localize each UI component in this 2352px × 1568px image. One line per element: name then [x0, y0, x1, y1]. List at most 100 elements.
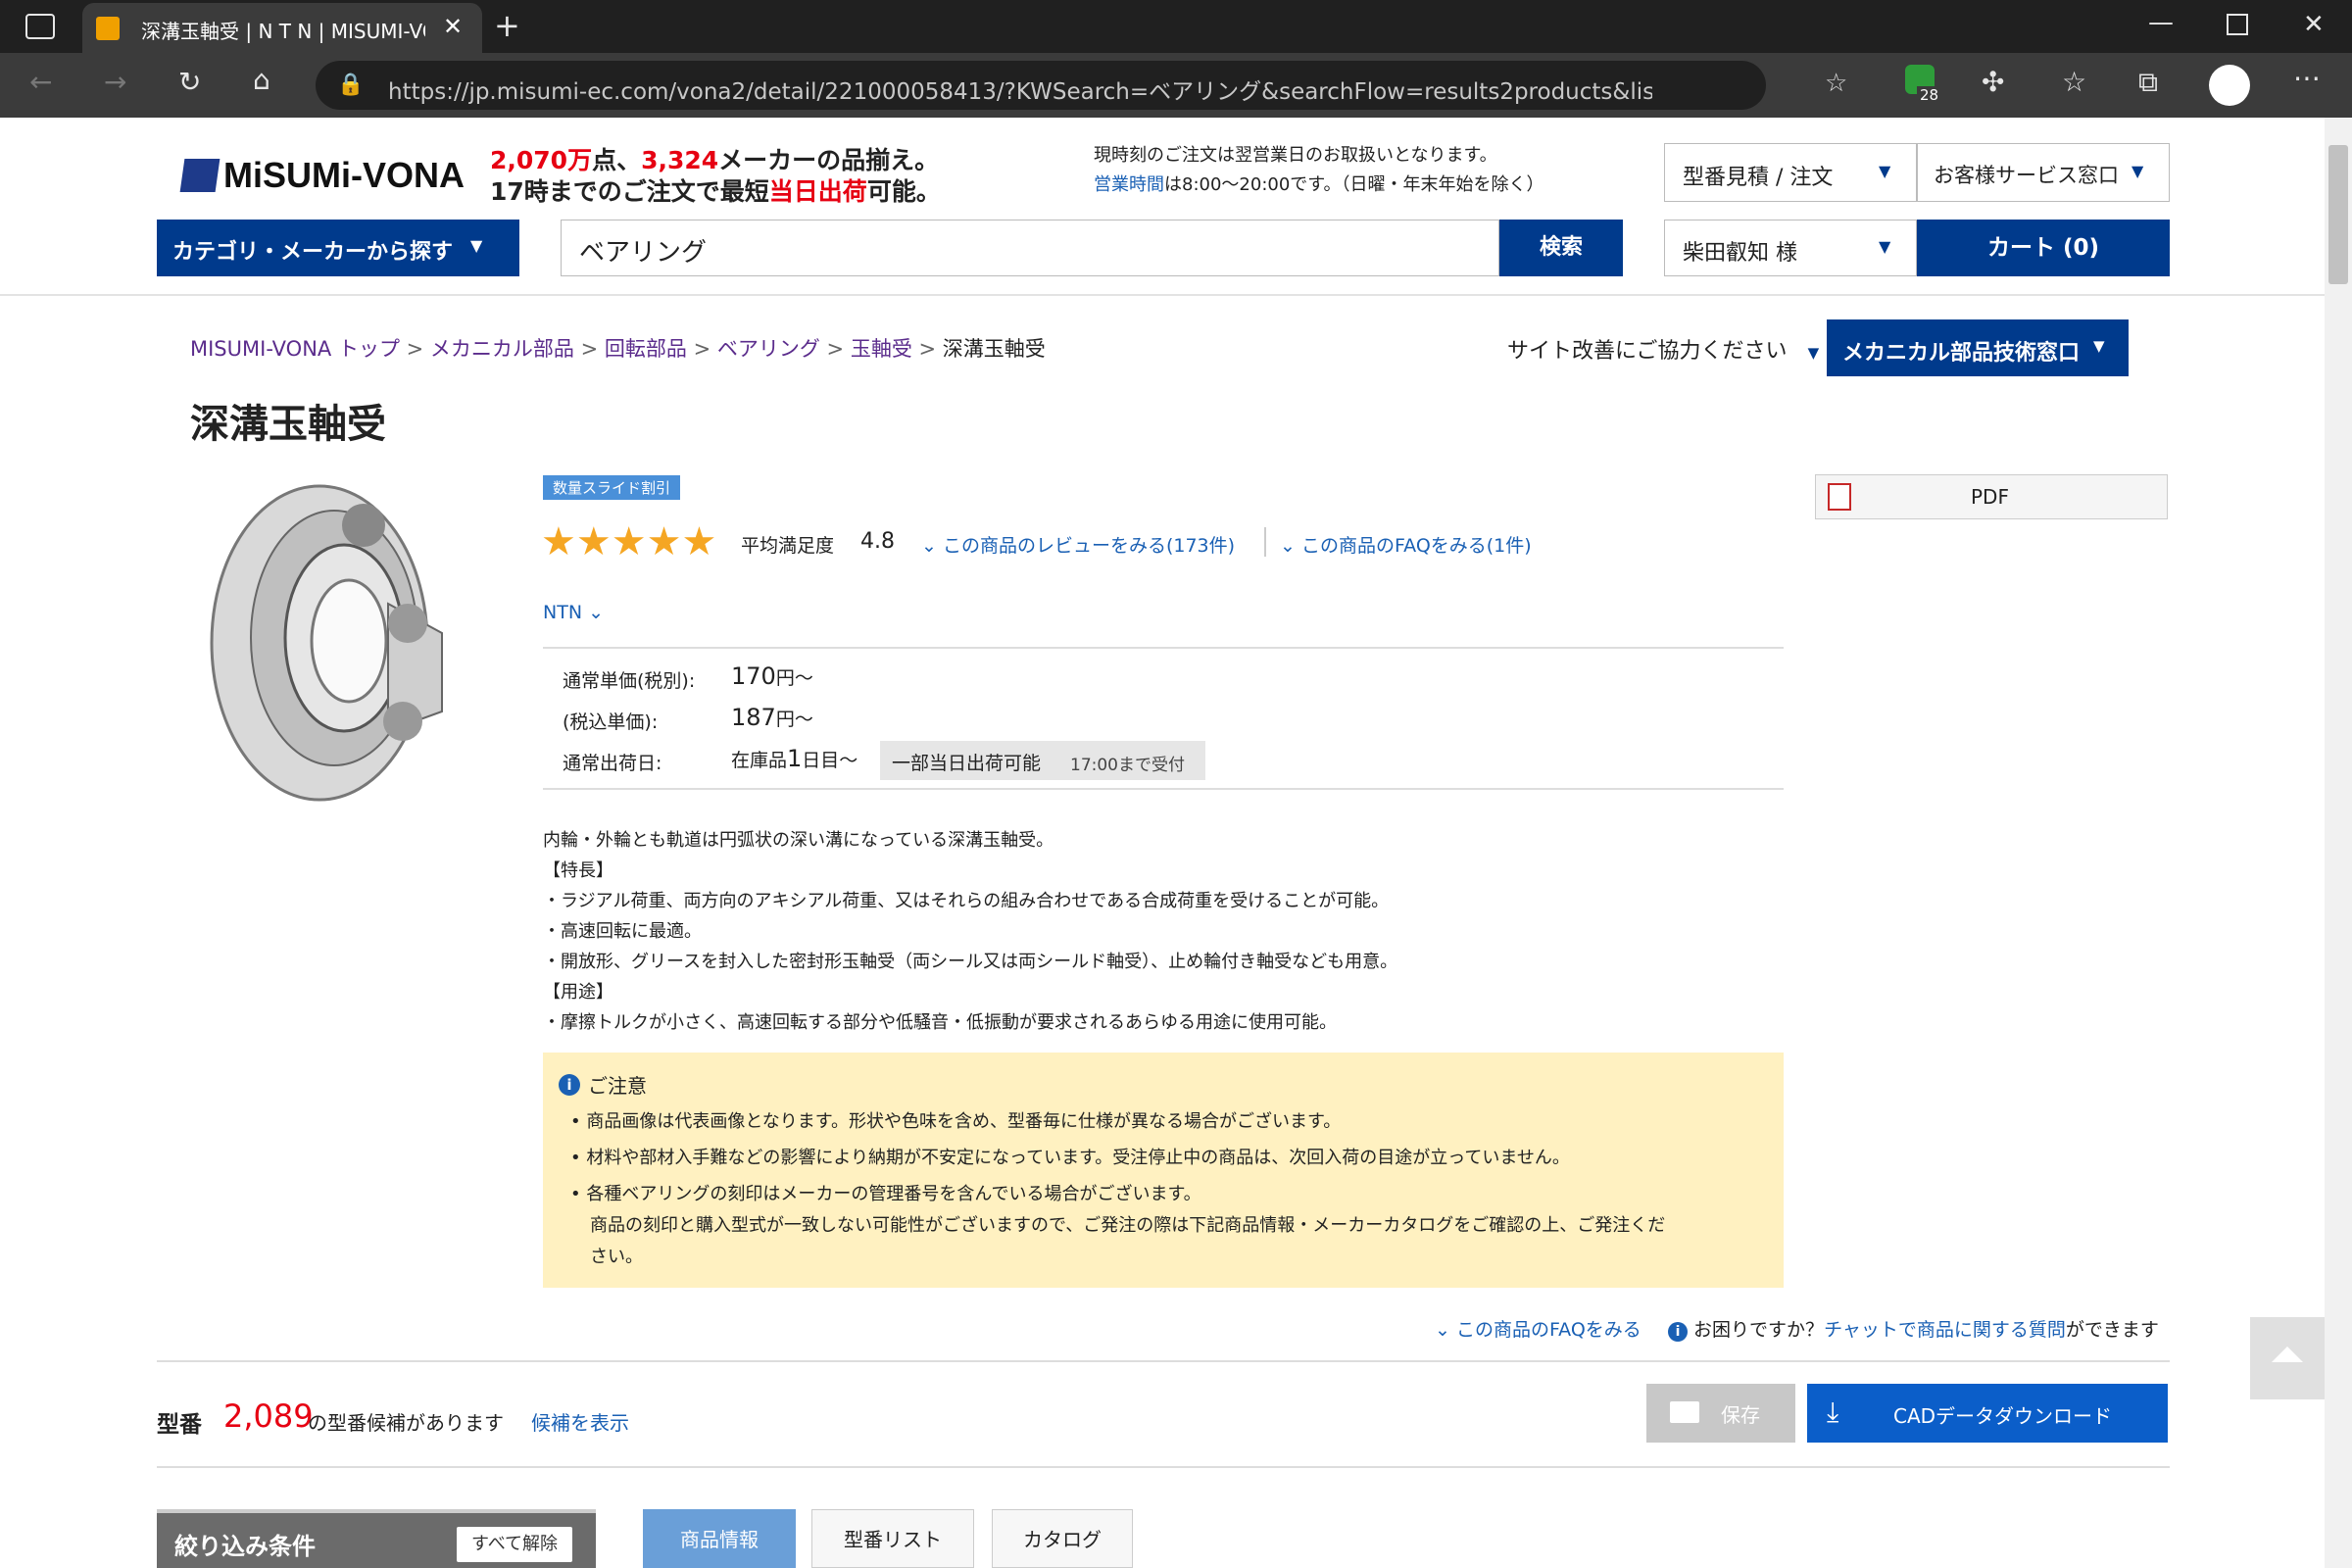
breadcrumb-ball-bearing[interactable]: 玉軸受	[851, 337, 912, 361]
link-divider	[1264, 527, 1266, 557]
address-bar: ← → ↻ ⌂ 🔒 https://jp.misumi-ec.com/vona2…	[0, 53, 2352, 118]
rating-value: 4.8	[860, 529, 895, 554]
order-notice-line-2: 営業時間は8:00〜20:00です。（日曜・年末年始を除く）	[1094, 171, 1544, 196]
favorite-add-icon[interactable]: ☆	[1825, 69, 1847, 98]
chevron-down-icon: ⌄	[921, 535, 943, 557]
chat-link[interactable]: チャットで商品に関する質問	[1824, 1319, 2066, 1341]
pdf-button[interactable]: PDF	[1815, 474, 2168, 519]
business-hours-link[interactable]: 営業時間	[1094, 174, 1164, 195]
category-menu-button[interactable]: カテゴリ・メーカーから探す ▼	[157, 220, 519, 276]
description-line: ・ラジアル荷重、両方向のアキシアル荷重、又はそれらの組み合わせである合成荷重を受…	[543, 891, 1390, 911]
chevron-down-icon: ▼	[2132, 162, 2144, 180]
tab-part-list[interactable]: 型番リスト	[811, 1509, 974, 1568]
minimize-icon[interactable]: —	[2148, 10, 2174, 35]
ship-value-suffix: 日目〜	[802, 750, 858, 771]
favorites-icon[interactable]: ☆	[2062, 69, 2086, 96]
ship-label: 通常出荷日:	[563, 753, 662, 774]
notice-item: • 材料や部材入手難などの影響により納期が不安定になっています。受注停止中の商品…	[570, 1148, 1570, 1168]
home-icon[interactable]: ⌂	[253, 67, 270, 94]
help-tail: ができます	[2065, 1319, 2159, 1341]
header-divider	[0, 294, 2325, 296]
quote-order-dropdown[interactable]: 型番見積 / 注文 ▼	[1664, 143, 1917, 202]
save-button[interactable]: 保存	[1646, 1384, 1795, 1443]
faq-link-bottom-label: この商品のFAQをみる	[1455, 1319, 1642, 1341]
tech-window-label: メカニカル部品技術窓口	[1842, 341, 2081, 366]
extensions-icon[interactable]: ✣	[1982, 69, 2004, 96]
cad-download-button[interactable]: ⤓ CADデータダウンロード	[1807, 1384, 2168, 1443]
star-icon: ★	[681, 519, 717, 564]
site-survey-label: サイト改善にご協力ください	[1507, 339, 1788, 364]
same-day-ship-label: 一部当日出荷可能	[892, 753, 1042, 774]
same-day-ship-deadline: 17:00まで受付	[1070, 756, 1185, 775]
price-divider-bottom	[543, 788, 1784, 790]
tab-part-list-label: 型番リスト	[844, 1528, 942, 1551]
tab-title: 深溝玉軸受 | N T N | MISUMI-VO	[141, 20, 425, 43]
breadcrumb-top[interactable]: MISUMI-VONA トップ	[190, 337, 400, 361]
forward-icon[interactable]: →	[104, 69, 126, 96]
notice-item-continued: さい。	[590, 1247, 643, 1267]
promo-text-3: 17時までのご注文で最短	[490, 177, 769, 206]
cart-button[interactable]: カート (0)	[1917, 220, 2170, 276]
tax-price-label: (税込単価):	[563, 711, 659, 733]
tech-window-button[interactable]: メカニカル部品技術窓口 ▼	[1827, 319, 2129, 376]
profile-avatar[interactable]	[2209, 65, 2250, 106]
description-line: ・高速回転に最適。	[543, 921, 702, 942]
search-input[interactable]: ベアリング	[561, 220, 1499, 276]
order-notice-line-1: 現時刻のご注文は翌営業日のお取扱いとなります。	[1094, 145, 1497, 166]
help-row: i お困りですか？チャットで商品に関する質問ができます	[1668, 1315, 2159, 1342]
extension-badge: 28	[1917, 86, 1942, 104]
breadcrumb: MISUMI-VONA トップ > メカニカル部品 > 回転部品 > ベアリング…	[190, 337, 1046, 361]
section-divider	[157, 1360, 2170, 1362]
customer-service-dropdown[interactable]: お客様サービス窓口 ▼	[1917, 143, 2170, 202]
faq-link-bottom[interactable]: ⌄ この商品のFAQをみる	[1435, 1315, 1642, 1342]
back-to-top-button[interactable]	[2250, 1317, 2325, 1399]
breadcrumb-mechanical[interactable]: メカニカル部品	[430, 337, 574, 361]
price-divider-top	[543, 647, 1784, 649]
tab-product-info[interactable]: 商品情報	[643, 1509, 796, 1568]
review-link[interactable]: ⌄ この商品のレビューをみる(173件)	[921, 531, 1235, 558]
search-button[interactable]: 検索	[1499, 220, 1623, 276]
page-scrollbar-thumb[interactable]	[2328, 145, 2348, 284]
star-icon: ★	[646, 519, 682, 564]
rating-label: 平均満足度	[741, 535, 835, 557]
page-content: MiSUMi-VONA 2,070万点、3,324メーカーの品揃え。 17時まで…	[0, 118, 2325, 1568]
help-text: お困りですか？	[1693, 1319, 1825, 1341]
cad-download-label: CADデータダウンロード	[1893, 1404, 2113, 1428]
faq-link[interactable]: ⌄ この商品のFAQをみる(1件)	[1280, 531, 1532, 558]
review-link-label: この商品のレビューをみる(173件)	[942, 535, 1236, 557]
breadcrumb-rotation[interactable]: 回転部品	[605, 337, 687, 361]
site-survey-dropdown[interactable]: サイト改善にご協力ください ▼	[1507, 333, 1819, 365]
pdf-label: PDF	[1971, 485, 2009, 509]
user-account-dropdown[interactable]: 柴田叡知 様 ▼	[1664, 220, 1917, 276]
tab-catalog[interactable]: カタログ	[992, 1509, 1133, 1568]
clear-all-button[interactable]: すべて解除	[457, 1527, 572, 1562]
breadcrumb-bearing[interactable]: ベアリング	[717, 337, 820, 361]
tab-close-icon[interactable]: ✕	[443, 13, 463, 40]
notice-item: • 商品画像は代表画像となります。形状や色味を含め、型番毎に仕様が異なる場合がご…	[570, 1111, 1342, 1132]
rating-stars: ★★★★★	[541, 519, 716, 564]
show-candidates-link[interactable]: 候補を表示	[531, 1407, 629, 1436]
tab-catalog-label: カタログ	[1023, 1528, 1102, 1551]
more-menu-icon[interactable]: ⋯	[2293, 65, 2321, 92]
new-tab-icon[interactable]: +	[494, 10, 520, 41]
ship-value: 在庫品1日目〜	[731, 745, 858, 772]
browser-tab[interactable]: 深溝玉軸受 | N T N | MISUMI-VO ✕	[82, 3, 482, 53]
page-scrollbar[interactable]	[2325, 118, 2352, 1568]
back-icon[interactable]: ←	[29, 69, 52, 96]
product-image[interactable]	[202, 466, 447, 809]
close-window-icon[interactable]: ✕	[2303, 12, 2325, 37]
url-field[interactable]: 🔒 https://jp.misumi-ec.com/vona2/detail/…	[316, 61, 1847, 110]
notice-item-text: 商品画像は代表画像となります。形状や色味を含め、型番毎に仕様が異なる場合がござい…	[586, 1111, 1342, 1132]
chevron-down-icon: ▼	[470, 236, 483, 255]
notice-item-text: 材料や部材入手難などの影響により納期が不安定になっています。受注停止中の商品は、…	[586, 1148, 1570, 1168]
info-icon: i	[1668, 1322, 1688, 1342]
collections-icon[interactable]: ⧉	[2138, 69, 2158, 96]
price-number: 170	[731, 662, 776, 690]
reload-icon[interactable]: ↻	[178, 69, 201, 96]
product-description: 内輪・外輪とも軌道は円弧状の深い溝になっている深溝玉軸受。 【特長】 ・ラジアル…	[543, 825, 1784, 1038]
customer-service-label: お客様サービス窓口	[1934, 164, 2119, 187]
chevron-down-icon: ⌄	[1435, 1319, 1456, 1341]
tab-actions-icon[interactable]	[25, 14, 55, 39]
restore-icon[interactable]	[2227, 14, 2248, 35]
brand-link[interactable]: NTN ⌄	[543, 602, 604, 623]
